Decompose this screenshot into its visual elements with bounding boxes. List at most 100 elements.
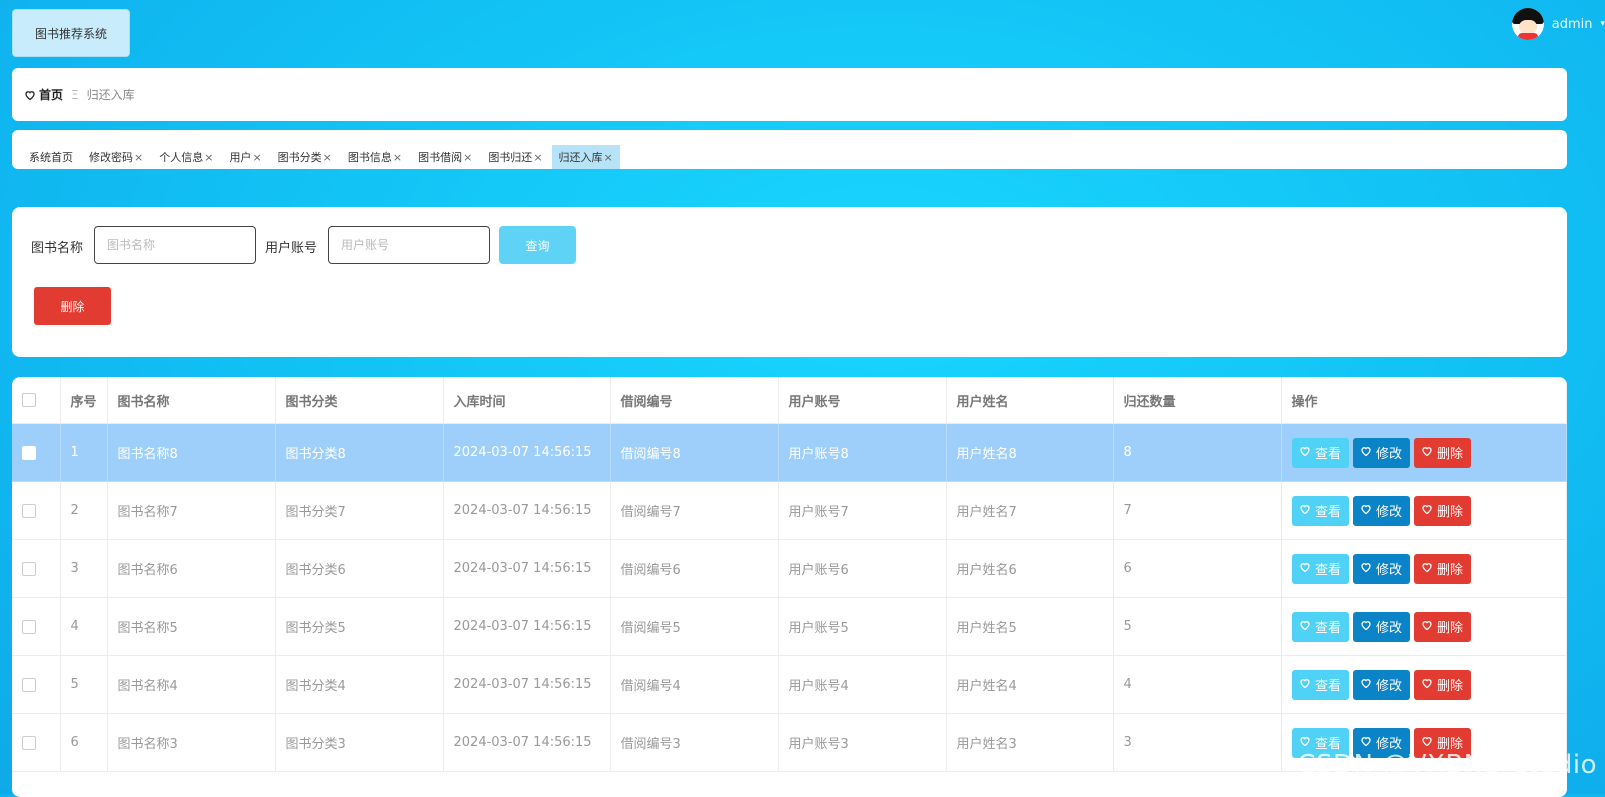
select-all-checkbox[interactable] — [22, 393, 36, 407]
edit-label: 修改 — [1375, 621, 1402, 636]
cell-borrow-no: 借阅编号4 — [610, 655, 779, 714]
cell-qty: 6 — [1113, 539, 1282, 598]
cell-book-name: 图书名称5 — [107, 597, 276, 656]
row-checkbox[interactable] — [22, 445, 36, 460]
tab-item[interactable]: 图书分类 × — [271, 145, 339, 169]
close-icon[interactable]: × — [323, 151, 332, 164]
table-row[interactable]: 1 图书名称8 图书分类8 2024-03-07 14:56:15 借阅编号8 用户账号8… — [12, 423, 1567, 482]
tab-label: 系统首页 — [29, 151, 73, 164]
edit-label: 修改 — [1375, 563, 1402, 578]
row-select-cell[interactable] — [12, 423, 61, 482]
query-button[interactable]: 查询 — [499, 226, 576, 264]
table-row[interactable]: 4 图书名称5 图书分类5 2024-03-07 14:56:15 借阅编号5 用户账号5… — [12, 597, 1567, 656]
heart-icon — [1299, 561, 1311, 577]
avatar[interactable] — [1511, 8, 1544, 40]
table-row[interactable]: 3 图书名称6 图书分类6 2024-03-07 14:56:15 借阅编号6 用户账号6… — [12, 539, 1567, 598]
delete-button[interactable]: 删除 — [1413, 495, 1471, 526]
book-name-input[interactable] — [94, 226, 256, 264]
cell-user-name: 用户姓名5 — [946, 597, 1114, 656]
tab-item[interactable]: 图书归还 × — [481, 145, 549, 169]
cell-book-name: 图书名称7 — [107, 481, 276, 540]
row-select-cell[interactable] — [12, 713, 61, 772]
cell-time: 2024-03-07 14:56:15 — [443, 481, 611, 540]
edit-button[interactable]: 修改 — [1352, 553, 1410, 584]
row-checkbox[interactable] — [22, 561, 36, 576]
view-button[interactable]: 查看 — [1291, 437, 1349, 468]
edit-button[interactable]: 修改 — [1352, 437, 1410, 468]
breadcrumb-home[interactable]: 首页 — [24, 86, 63, 103]
close-icon[interactable]: × — [204, 151, 213, 164]
tab-item[interactable]: 归还入库 × — [551, 145, 620, 169]
tab-item[interactable]: 个人信息 × — [152, 145, 220, 169]
col-header: 入库时间 — [443, 377, 611, 424]
tab-item[interactable]: 图书借阅 × — [411, 145, 479, 169]
close-icon[interactable]: × — [463, 151, 472, 164]
select-all-cell[interactable] — [12, 377, 61, 424]
delete-button[interactable]: 删除 — [1413, 669, 1471, 700]
user-account-input[interactable] — [328, 226, 490, 264]
cell-qty: 4 — [1113, 655, 1282, 714]
cell-borrow-no: 借阅编号6 — [610, 539, 779, 598]
delete-button[interactable]: 删除 — [1413, 553, 1471, 584]
view-button[interactable]: 查看 — [1291, 553, 1349, 584]
col-header: 归还数量 — [1113, 377, 1282, 424]
cell-time: 2024-03-07 14:56:15 — [443, 713, 611, 772]
tab-item[interactable]: 系统首页 — [22, 145, 80, 169]
tab-item[interactable]: 用户 × — [222, 145, 268, 169]
table-row[interactable]: 5 图书名称4 图书分类4 2024-03-07 14:56:15 借阅编号4 用户账号4… — [12, 655, 1567, 714]
delete-button[interactable]: 删除 — [1413, 611, 1471, 642]
tab-label: 图书分类 — [277, 151, 322, 164]
breadcrumb-current: 归还入库 — [86, 88, 135, 102]
close-icon[interactable]: × — [604, 151, 613, 164]
cell-book-name: 图书名称6 — [107, 539, 276, 598]
cell-no: 2 — [60, 481, 108, 540]
view-button[interactable]: 查看 — [1291, 669, 1349, 700]
tab-label: 图书信息 — [347, 151, 392, 164]
heart-icon — [1360, 561, 1372, 577]
row-checkbox[interactable] — [22, 735, 36, 750]
cell-user-name: 用户姓名7 — [946, 481, 1114, 540]
actions-cell: 查看 修改 删除 — [1281, 481, 1567, 540]
batch-delete-button[interactable]: 删除 — [34, 287, 111, 325]
row-select-cell[interactable] — [12, 655, 61, 714]
delete-button[interactable]: 删除 — [1413, 437, 1471, 468]
cell-no: 1 — [60, 423, 108, 482]
cell-time: 2024-03-07 14:56:15 — [443, 423, 611, 482]
row-checkbox[interactable] — [22, 619, 36, 634]
close-icon[interactable]: × — [533, 151, 542, 164]
heart-icon — [1421, 445, 1433, 461]
col-header: 序号 — [60, 377, 108, 424]
heart-icon — [1299, 619, 1311, 635]
close-icon[interactable]: × — [393, 151, 402, 164]
col-header: 借阅编号 — [610, 377, 779, 424]
row-select-cell[interactable] — [12, 597, 61, 656]
row-select-cell[interactable] — [12, 481, 61, 540]
row-select-cell[interactable] — [12, 539, 61, 598]
cell-account: 用户账号4 — [778, 655, 947, 714]
cell-time: 2024-03-07 14:56:15 — [443, 597, 611, 656]
edit-button[interactable]: 修改 — [1352, 495, 1410, 526]
table-row[interactable]: 2 图书名称7 图书分类7 2024-03-07 14:56:15 借阅编号7 用户账号7… — [12, 481, 1567, 540]
edit-button[interactable]: 修改 — [1352, 669, 1410, 700]
close-icon[interactable]: × — [134, 151, 143, 164]
actions-cell: 查看 修改 删除 — [1281, 655, 1567, 714]
chevron-down-icon: ▾ — [1600, 19, 1605, 29]
view-button[interactable]: 查看 — [1291, 495, 1349, 526]
row-checkbox[interactable] — [22, 677, 36, 692]
heart-icon — [1360, 503, 1372, 519]
user-menu[interactable]: admin ▾ — [1511, 8, 1605, 40]
cell-qty: 5 — [1113, 597, 1282, 656]
col-header: 操作 — [1281, 377, 1567, 424]
view-button[interactable]: 查看 — [1291, 611, 1349, 642]
system-title-button[interactable]: 图书推荐系统 — [12, 9, 130, 57]
edit-button[interactable]: 修改 — [1352, 611, 1410, 642]
cell-time: 2024-03-07 14:56:15 — [443, 539, 611, 598]
cell-no: 5 — [60, 655, 108, 714]
tab-item[interactable]: 修改密码 × — [82, 145, 150, 169]
cell-user-name: 用户姓名4 — [946, 655, 1114, 714]
tab-item[interactable]: 图书信息 × — [341, 145, 409, 169]
table-header-row: 序号 图书名称 图书分类 入库时间 借阅编号 用户账号 用户姓名 归还数量 操作 — [12, 377, 1567, 424]
close-icon[interactable]: × — [252, 151, 261, 164]
cell-account: 用户账号5 — [778, 597, 947, 656]
row-checkbox[interactable] — [22, 503, 36, 518]
